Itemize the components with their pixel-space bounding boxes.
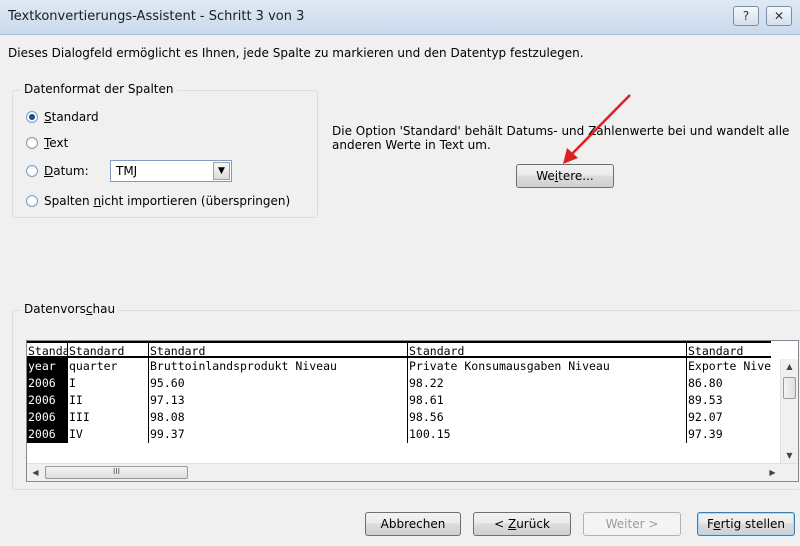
column-header[interactable]: Standard xyxy=(686,341,771,358)
column-header[interactable]: Standard xyxy=(27,341,67,358)
table-cell: 92.07 xyxy=(686,409,771,426)
table-row: 2006 IV 99.37 100.15 97.39 xyxy=(27,426,771,443)
vertical-scrollbar[interactable]: ▲ ▼ xyxy=(780,359,798,464)
scroll-left-icon[interactable]: ◀ xyxy=(27,464,44,481)
vertical-scroll-thumb[interactable] xyxy=(783,377,796,399)
scroll-right-icon[interactable]: ▶ xyxy=(764,464,781,481)
table-cell: 89.53 xyxy=(686,392,771,409)
table-cell: year xyxy=(27,358,67,375)
table-cell: IV xyxy=(67,426,148,443)
finish-button[interactable]: Fertig stellen xyxy=(697,512,795,536)
table-row: 2006 II 97.13 98.61 89.53 xyxy=(27,392,771,409)
table-cell: II xyxy=(67,392,148,409)
horizontal-scrollbar[interactable]: ◀ III ▶ xyxy=(27,463,798,481)
horizontal-scroll-thumb[interactable]: III xyxy=(45,466,188,479)
table-cell: 98.61 xyxy=(407,392,686,409)
table-cell: 98.22 xyxy=(407,375,686,392)
table-row: 2006 III 98.08 98.56 92.07 xyxy=(27,409,771,426)
table-cell: Exporte Niveau xyxy=(686,358,771,375)
table-cell: 100.15 xyxy=(407,426,686,443)
table-cell: 2006 xyxy=(27,392,67,409)
table-cell: III xyxy=(67,409,148,426)
table-row: 2006 I 95.60 98.22 86.80 xyxy=(27,375,771,392)
table-cell: 2006 xyxy=(27,375,67,392)
column-header[interactable]: Standard xyxy=(407,341,686,358)
table-cell: 99.37 xyxy=(148,426,407,443)
table-cell: 98.08 xyxy=(148,409,407,426)
table-cell: 2006 xyxy=(27,426,67,443)
preview-table: Standard Standard Standard Standard Stan… xyxy=(27,341,771,443)
table-cell: I xyxy=(67,375,148,392)
table-cell: 95.60 xyxy=(148,375,407,392)
scroll-down-icon[interactable]: ▼ xyxy=(781,448,798,464)
table-cell: 97.39 xyxy=(686,426,771,443)
data-preview-legend: Datenvorschau xyxy=(21,302,119,316)
table-row: year quarter Bruttoinlandsprodukt Niveau… xyxy=(27,358,771,375)
scroll-up-icon[interactable]: ▲ xyxy=(781,359,798,375)
table-cell: 2006 xyxy=(27,409,67,426)
cancel-button[interactable]: Abbrechen xyxy=(365,512,461,536)
table-cell: 97.13 xyxy=(148,392,407,409)
table-cell: quarter xyxy=(67,358,148,375)
table-cell: Private Konsumausgaben Niveau xyxy=(407,358,686,375)
table-header-row: Standard Standard Standard Standard Stan… xyxy=(27,341,771,358)
column-header[interactable]: Standard xyxy=(148,341,407,358)
next-button[interactable]: Weiter > xyxy=(583,512,681,536)
table-cell: 86.80 xyxy=(686,375,771,392)
column-header[interactable]: Standard xyxy=(67,341,148,358)
table-cell: Bruttoinlandsprodukt Niveau xyxy=(148,358,407,375)
table-cell: 98.56 xyxy=(407,409,686,426)
data-preview-grid[interactable]: Standard Standard Standard Standard Stan… xyxy=(26,340,799,482)
back-button[interactable]: < Zurück xyxy=(473,512,571,536)
